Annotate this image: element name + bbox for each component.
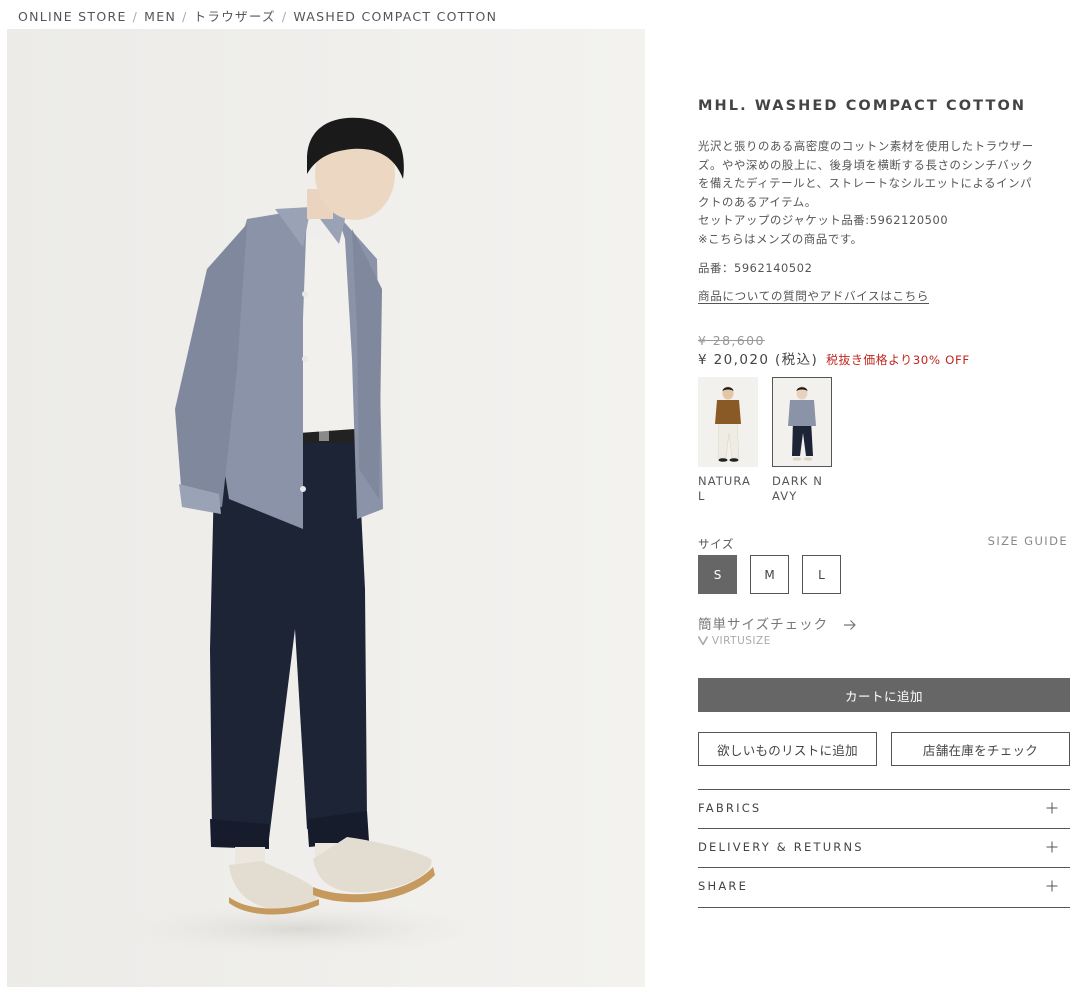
description-line: セットアップのジャケット品番:5962120500	[698, 213, 949, 228]
product-code: 品番：5962140502	[698, 261, 813, 275]
product-main-image[interactable]	[7, 29, 645, 987]
size-option-m[interactable]: M	[750, 555, 789, 594]
accordion-delivery-returns[interactable]: DELIVERY & RETURNS	[698, 828, 1070, 868]
sale-price: ¥ 20,020 (税込)	[698, 352, 819, 368]
size-option-l[interactable]: L	[802, 555, 841, 594]
arrow-right-icon[interactable]	[843, 618, 857, 632]
accordion-fabrics[interactable]: FABRICS	[698, 789, 1070, 829]
discount-label: 税抜き価格より30% OFF	[826, 353, 970, 367]
size-label: サイズ	[698, 537, 734, 551]
size-option-s[interactable]: S	[698, 555, 737, 594]
breadcrumb-separator: /	[281, 9, 288, 24]
description-line: ※こちらはメンズの商品です。	[698, 231, 863, 246]
breadcrumb: ONLINE STORE / MEN / トラウザーズ / WASHED COMPACT C…	[18, 6, 497, 25]
description-line: ズ。やや深めの股上に、後身頃を横断する長さのシンチバック	[698, 157, 1034, 172]
breadcrumb-trousers[interactable]: トラウザーズ	[194, 9, 276, 24]
accordion-share[interactable]: SHARE	[698, 867, 1070, 907]
virtusize-logo-icon	[697, 636, 709, 647]
color-swatch-dark-navy[interactable]: DARK NAVY	[772, 377, 832, 504]
swatch-label: NATURAL	[698, 474, 752, 503]
plus-icon	[1046, 880, 1058, 892]
accordion-label: SHARE	[698, 879, 749, 893]
virtusize-size-check[interactable]: 簡単サイズチェック	[698, 613, 828, 633]
virtusize-brand: VIRTUSIZE	[697, 635, 771, 647]
size-guide-link[interactable]: SIZE GUIDE	[988, 534, 1068, 548]
swatch-dark-navy-image	[773, 378, 831, 466]
advice-link[interactable]: 商品についての質問やアドバイスはこちら	[698, 288, 929, 304]
product-title: MHL. WASHED COMPACT COTTON	[698, 98, 1027, 114]
description-line: 光沢と張りのある高密度のコットン素材を使用したトラウザー	[698, 139, 1034, 153]
price-row: ¥ 20,020 (税込) 税抜き価格より30% OFF	[698, 348, 970, 368]
breadcrumb-current: WASHED COMPACT COTTON	[293, 9, 498, 24]
accordion-label: FABRICS	[698, 801, 762, 815]
breadcrumb-online-store[interactable]: ONLINE STORE	[18, 9, 127, 24]
breadcrumb-men[interactable]: MEN	[144, 9, 176, 24]
swatch-thumbnail	[772, 377, 832, 467]
breadcrumb-separator: /	[182, 9, 188, 24]
accordion-label: DELIVERY & RETURNS	[698, 840, 864, 854]
swatch-label: DARK NAVY	[772, 474, 823, 503]
color-swatch-natural[interactable]: NATURAL	[698, 377, 758, 504]
description-line: を備えたディテールと、ストレートなシルエットによるインパ	[698, 176, 1033, 191]
virtusize-brand-text: VIRTUSIZE	[711, 635, 771, 647]
plus-icon	[1046, 841, 1058, 853]
description-line: クトのあるアイテム。	[698, 194, 817, 209]
swatch-natural-image	[699, 378, 757, 466]
check-store-stock-button[interactable]: 店舗在庫をチェック	[891, 732, 1070, 766]
swatch-thumbnail	[698, 377, 758, 467]
accordion-divider	[698, 907, 1070, 908]
breadcrumb-separator: /	[132, 9, 139, 24]
original-price: ¥ 28,600	[698, 333, 765, 348]
plus-icon	[1046, 802, 1058, 814]
model-photo	[107, 117, 487, 955]
add-to-wishlist-button[interactable]: 欲しいものリストに追加	[698, 732, 877, 766]
add-to-cart-button[interactable]: カートに追加	[698, 678, 1070, 712]
product-description: 光沢と張りのある高密度のコットン素材を使用したトラウザー ズ。やや深めの股上に、…	[698, 137, 1070, 249]
